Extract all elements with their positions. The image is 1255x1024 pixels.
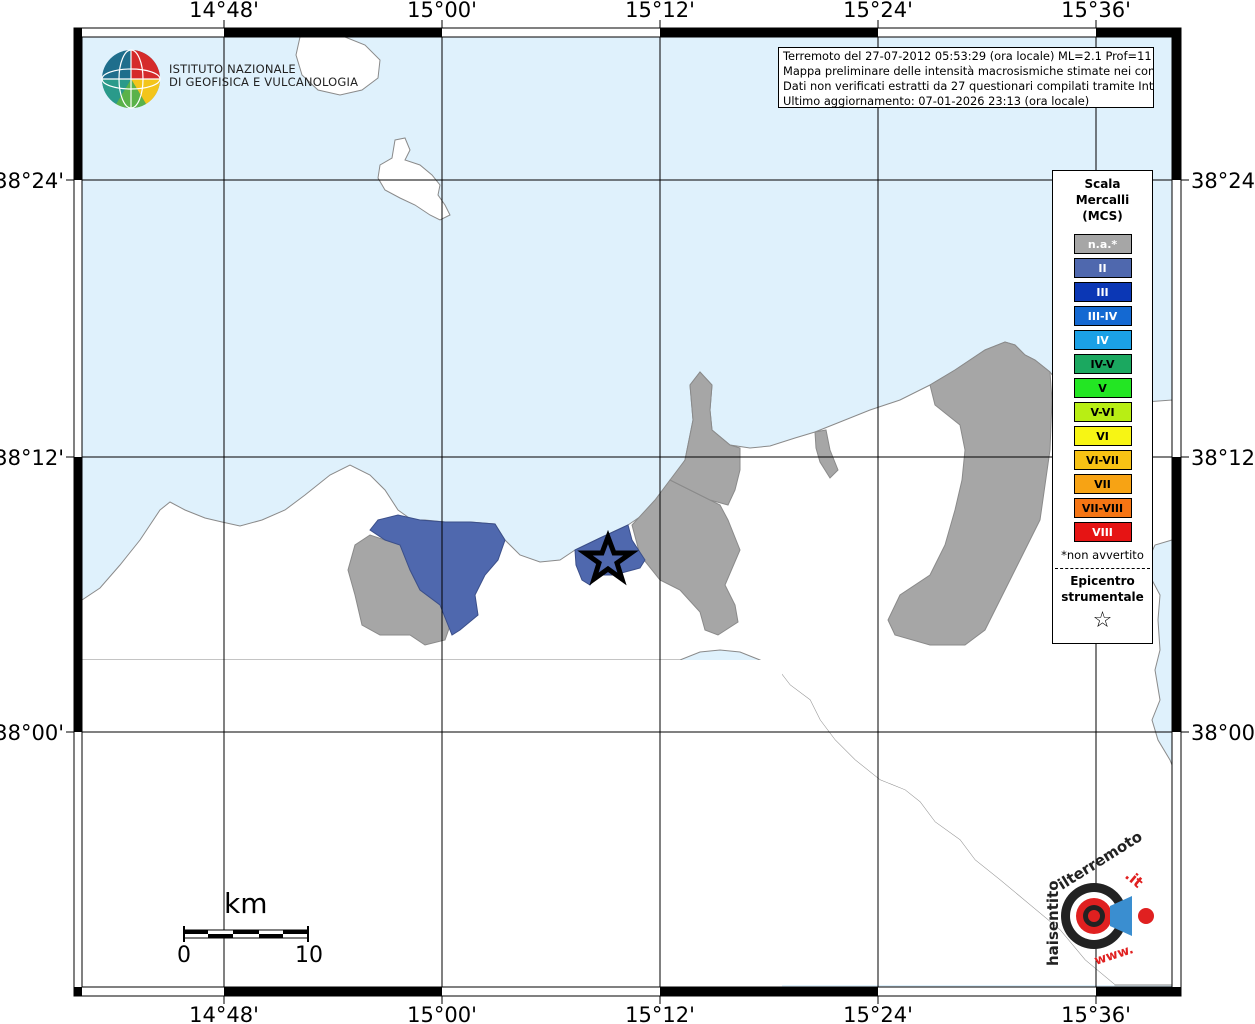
scale-start: 0 [177,943,191,968]
lat-label-left: 38°00' [0,721,64,745]
legend-title-line2: Mercalli [1075,193,1130,207]
lon-label-top: 15°24' [843,0,913,22]
scale-end: 10 [295,943,323,968]
legend-star-icon: ☆ [1092,608,1113,633]
legend-separator [1055,568,1150,569]
scale-unit: km [224,887,268,920]
legend-swatch-vi-vii: VI-VII [1073,450,1132,470]
legend-title: Scala Mercalli (MCS) [1053,176,1152,224]
legend-note: *non avvertito [1061,548,1144,562]
lat-label-right: 38°12' [1191,446,1255,470]
lon-label-bottom: 15°12' [625,1003,695,1024]
legend-swatch-ii: II [1073,258,1132,278]
event-info-box: Terremoto del 27-07-2012 05:53:29 (ora l… [778,47,1154,108]
legend-swatch-iv: IV [1073,330,1132,350]
lat-label-left: 38°24' [0,169,64,193]
legend-swatch-iv-v: IV-V [1073,354,1132,374]
legend-swatch-vi: VI [1073,426,1132,446]
legend-swatch-vii-viii: VII-VIII [1073,498,1132,518]
lon-label-top: 14°48' [189,0,259,22]
event-info-line2: Mappa preliminare delle intensità macros… [783,64,1154,78]
lon-label-bottom: 14°48' [189,1003,259,1024]
lon-label-bottom: 15°24' [843,1003,913,1024]
legend-swatch-iii: III [1073,282,1132,302]
lon-label-top: 15°00' [407,0,477,22]
lat-label-right: 38°00' [1191,721,1255,745]
badge-text-left: haisentito [1044,880,1062,966]
ingv-logo-icon [101,49,161,109]
legend-epicenter-line2: strumentale [1061,590,1144,604]
lon-label-bottom: 15°00' [407,1003,477,1024]
mcs-legend: Scala Mercalli (MCS) n.a.* II III III-IV IV I… [1052,170,1153,644]
legend-swatch-n-a-: n.a.* [1073,234,1132,254]
legend-epicenter-line1: Epicentro [1070,574,1135,588]
legend-epicenter-label: Epicentro strumentale [1053,573,1152,605]
institute-name-line2: DI GEOFISICA E VULCANOLOGIA [169,75,359,89]
event-info-line1: Terremoto del 27-07-2012 05:53:29 (ora l… [783,49,1154,63]
lat-label-left: 38°12' [0,446,64,470]
legend-swatch-iii-iv: III-IV [1073,306,1132,326]
event-info-line4: Ultimo aggiornamento: 07-01-2026 23:13 (… [783,94,1090,108]
institute-name: ISTITUTO NAZIONALE DI GEOFISICA E VULCAN… [169,63,358,89]
legend-swatches: n.a.* II III III-IV IV IV-V V V-VI VI VI-VII VII VI… [1053,234,1152,542]
legend-swatch-v: V [1073,378,1132,398]
legend-swatch-v-vi: V-VI [1073,402,1132,422]
lat-label-right: 38°24' [1191,169,1255,193]
legend-title-line1: Scala [1084,177,1121,191]
lon-label-top: 15°36' [1061,0,1131,22]
legend-swatch-viii: VIII [1073,522,1132,542]
lon-label-top: 15°12' [625,0,695,22]
legend-title-line3: (MCS) [1082,209,1123,223]
legend-swatch-vii: VII [1073,474,1132,494]
lon-label-bottom: 15°36' [1061,1003,1131,1024]
event-info-line3: Dati non verificati estratti da 27 quest… [783,79,1154,93]
